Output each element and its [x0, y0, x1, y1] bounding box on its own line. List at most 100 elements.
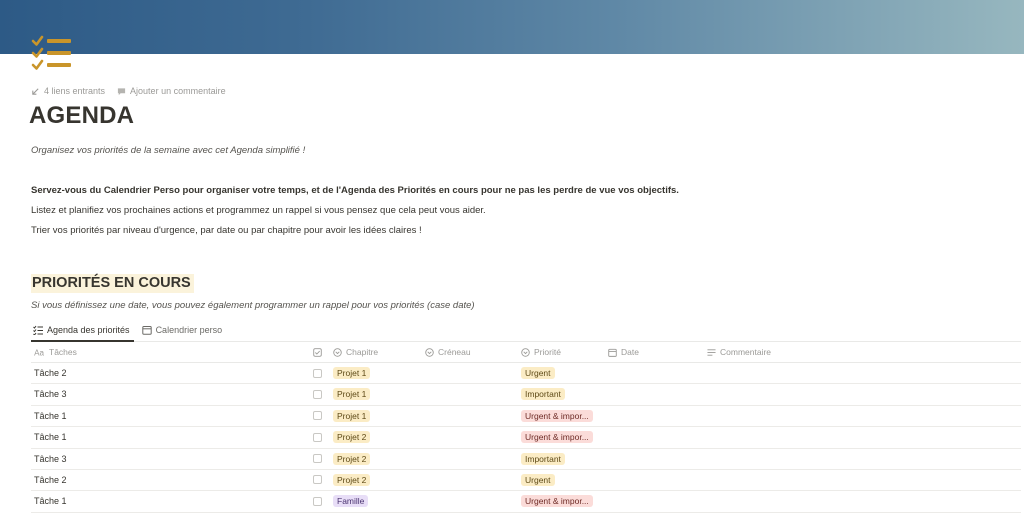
priority-cell[interactable]: Urgent: [521, 363, 555, 383]
checklist-icon[interactable]: [30, 33, 74, 73]
priority-cell[interactable]: Urgent & impor...: [521, 406, 593, 426]
tab-label: Agenda des priorités: [47, 325, 130, 335]
backlinks-label: 4 liens entrants: [44, 86, 106, 96]
table-row[interactable]: Tâche 1 Famille Urgent & impor...: [31, 491, 1021, 513]
done-checkbox[interactable]: [313, 496, 322, 506]
chapter-cell[interactable]: Projet 1: [333, 406, 371, 426]
text-lines-icon: [707, 348, 716, 356]
done-checkbox[interactable]: [313, 454, 322, 464]
calendar-icon: [141, 326, 152, 335]
table-row[interactable]: Tâche 1 Projet 2 Urgent & impor...: [31, 427, 1021, 449]
chapter-tag: Projet 2: [333, 431, 371, 444]
comment-icon: [117, 87, 126, 95]
list-check-icon: [33, 325, 43, 335]
arrow-southwest-icon: [32, 87, 39, 95]
task-cell[interactable]: Tâche 2: [34, 470, 67, 490]
chapter-cell[interactable]: Projet 2: [333, 449, 371, 469]
page-meta: 4 liens entrants Ajouter un commentaire: [31, 84, 226, 98]
task-cell[interactable]: Tâche 2: [34, 363, 67, 383]
chapter-cell[interactable]: Projet 1: [333, 363, 371, 383]
table-row[interactable]: Tâche 3 Projet 1 Important: [31, 384, 1021, 406]
priority-cell[interactable]: Urgent: [521, 470, 555, 490]
chapter-cell[interactable]: Projet 2: [333, 427, 371, 447]
task-cell[interactable]: Tâche 1: [34, 406, 67, 426]
done-checkbox-cell[interactable]: [313, 491, 322, 511]
intro-paragraph-1[interactable]: Servez-vous du Calendrier Perso pour org…: [31, 185, 679, 196]
priority-tag: Urgent: [521, 473, 555, 486]
table-row[interactable]: Tâche 2 Projet 1 Urgent: [31, 363, 1021, 385]
column-label: Date: [621, 347, 639, 357]
chapter-tag: Projet 1: [333, 367, 371, 379]
database-view-tabs: Agenda des priorités Calendrier perso: [31, 320, 1021, 342]
chapter-tag: Projet 2: [333, 473, 371, 486]
column-header-priorite[interactable]: Priorité: [521, 342, 561, 362]
chapter-cell[interactable]: Projet 1: [333, 384, 371, 404]
column-label: Commentaire: [720, 347, 772, 357]
chapter-tag: Projet 1: [333, 409, 371, 422]
column-header-creneau[interactable]: Créneau: [425, 342, 471, 362]
priority-tag: Important: [521, 452, 565, 465]
tab-agenda-des-priorites[interactable]: Agenda des priorités: [31, 320, 134, 342]
page-cover[interactable]: [0, 0, 1024, 54]
priority-tag: Urgent & impor...: [521, 495, 593, 508]
tab-label: Calendrier perso: [155, 325, 223, 335]
column-header-taches[interactable]: Aa Tâches: [34, 342, 77, 362]
page-title[interactable]: AGENDA: [29, 102, 134, 130]
priority-tag: Urgent: [521, 367, 555, 379]
done-checkbox-cell[interactable]: [313, 427, 322, 447]
done-checkbox-cell[interactable]: [313, 384, 322, 404]
column-header-date[interactable]: Date: [608, 342, 639, 362]
table-row[interactable]: Tâche 1 Projet 1 Urgent & impor...: [31, 406, 1021, 428]
done-checkbox-cell[interactable]: [313, 470, 322, 490]
select-property-icon: [521, 347, 530, 357]
task-cell[interactable]: Tâche 1: [34, 491, 67, 511]
intro-paragraph-2[interactable]: Listez et planifiez vos prochaines actio…: [31, 205, 486, 216]
done-checkbox-cell[interactable]: [313, 363, 322, 383]
priority-tag: Urgent & impor...: [521, 409, 593, 422]
column-header-commentaire[interactable]: Commentaire: [707, 342, 771, 362]
task-cell[interactable]: Tâche 3: [34, 449, 67, 469]
priority-cell[interactable]: Important: [521, 449, 565, 469]
section-title[interactable]: PRIORITÉS EN COURS: [31, 274, 194, 293]
table-row[interactable]: Tâche 2 Projet 2 Urgent: [31, 470, 1021, 492]
task-cell[interactable]: Tâche 3: [34, 384, 67, 404]
svg-text:Aa: Aa: [34, 348, 44, 356]
section-note[interactable]: Si vous définissez une date, vous pouvez…: [31, 300, 475, 311]
table-row[interactable]: Tâche 3 Projet 2 Important: [31, 449, 1021, 470]
priority-cell[interactable]: Important: [521, 384, 565, 404]
done-checkbox[interactable]: [313, 432, 322, 442]
column-label: Créneau: [438, 347, 471, 357]
priority-tag: Important: [521, 388, 565, 401]
add-comment-label: Ajouter un commentaire: [130, 86, 226, 96]
task-cell[interactable]: Tâche 1: [34, 427, 67, 447]
priority-tag: Urgent & impor...: [521, 431, 593, 444]
add-comment-button[interactable]: Ajouter un commentaire: [117, 86, 226, 96]
text-property-icon: Aa: [34, 348, 44, 356]
priorities-table: Aa Tâches Chapitre Créneau Priorité Date…: [31, 342, 1021, 513]
tab-calendrier-perso[interactable]: Calendrier perso: [140, 320, 227, 340]
select-property-icon: [333, 347, 342, 357]
chapter-tag: Famille: [333, 495, 369, 508]
column-header-chapitre[interactable]: Chapitre: [333, 342, 378, 362]
chapter-tag: Projet 2: [333, 452, 371, 465]
done-checkbox[interactable]: [313, 389, 322, 399]
done-checkbox[interactable]: [313, 475, 322, 485]
done-checkbox[interactable]: [313, 411, 322, 421]
chapter-cell[interactable]: Famille: [333, 491, 369, 511]
column-label: Chapitre: [346, 347, 379, 357]
done-checkbox-cell[interactable]: [313, 449, 322, 469]
table-header: Aa Tâches Chapitre Créneau Priorité Date…: [31, 342, 1021, 363]
chapter-tag: Projet 1: [333, 388, 371, 401]
page-subtitle[interactable]: Organisez vos priorités de la semaine av…: [31, 145, 305, 156]
done-checkbox-cell[interactable]: [313, 406, 322, 426]
priority-cell[interactable]: Urgent & impor...: [521, 491, 593, 511]
done-checkbox[interactable]: [313, 368, 322, 378]
priority-cell[interactable]: Urgent & impor...: [521, 427, 593, 447]
intro-paragraph-3[interactable]: Trier vos priorités par niveau d'urgence…: [31, 225, 422, 236]
chapter-cell[interactable]: Projet 2: [333, 470, 371, 490]
column-header-checkbox[interactable]: [313, 342, 322, 362]
checkbox-property-icon: [313, 347, 322, 357]
backlinks-link[interactable]: 4 liens entrants: [31, 86, 105, 96]
calendar-icon: [608, 348, 617, 357]
column-label: Priorité: [534, 347, 561, 357]
